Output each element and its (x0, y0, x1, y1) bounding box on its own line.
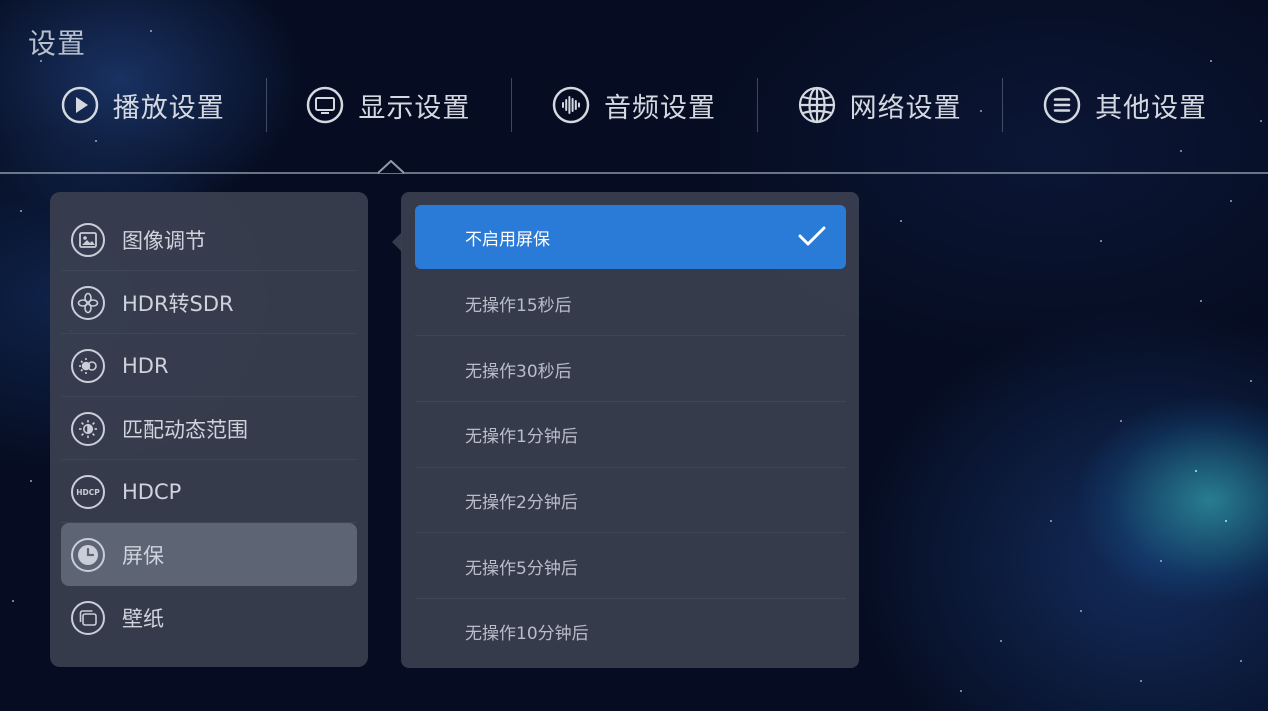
option-label: 无操作30秒后 (465, 361, 572, 382)
menu-item-hdcp[interactable]: HDCP HDCP (61, 460, 357, 523)
tab-audio-settings[interactable]: 音频设置 (511, 78, 757, 132)
menu-item-label: 匹配动态范围 (122, 417, 248, 442)
tab-label: 其他设置 (1095, 92, 1208, 124)
option-label: 无操作2分钟后 (465, 493, 578, 514)
hdcp-icon: HDCP (71, 474, 105, 509)
hdr-icon (71, 348, 105, 383)
tab-label: 显示设置 (358, 92, 471, 124)
hdr-to-sdr-icon (71, 285, 105, 320)
tab-display-settings[interactable]: 显示设置 (265, 78, 512, 132)
option-10-minutes[interactable]: 无操作10分钟后 (415, 599, 846, 665)
option-15-seconds[interactable]: 无操作15秒后 (415, 271, 846, 337)
menu-item-label: 屏保 (122, 543, 164, 568)
menu-item-image-adjust[interactable]: 图像调节 (61, 208, 357, 271)
screensaver-options-list: 不启用屏保 无操作15秒后 无操作30秒后 无操作1分钟后 无操作2分钟后 无操… (401, 192, 859, 668)
page-title: 设置 (28, 27, 87, 60)
option-disable-screensaver[interactable]: 不启用屏保 (415, 205, 846, 269)
menu-item-wallpaper[interactable]: 壁纸 (61, 586, 357, 649)
tab-playback-settings[interactable]: 播放设置 (20, 78, 266, 132)
tab-label: 播放设置 (112, 92, 225, 124)
menu-item-match-dynamic-range[interactable]: 匹配动态范围 (61, 397, 357, 460)
menu-item-hdr[interactable]: HDR (61, 334, 357, 397)
play-icon (61, 86, 99, 124)
menu-item-label: 壁纸 (122, 606, 164, 631)
menu-item-hdr-to-sdr[interactable]: HDR转SDR (61, 271, 357, 334)
checkmark-icon (798, 226, 826, 246)
menu-item-label: 图像调节 (122, 228, 206, 253)
globe-icon (798, 86, 836, 124)
hdcp-icon-text: HDCP (76, 488, 100, 497)
menu-item-label: HDR转SDR (122, 291, 234, 316)
monitor-icon (306, 86, 344, 124)
option-1-minute[interactable]: 无操作1分钟后 (415, 402, 846, 468)
image-adjust-icon (71, 222, 105, 257)
clock-icon (71, 537, 105, 572)
menu-item-screensaver[interactable]: 屏保 (61, 523, 357, 586)
option-label: 无操作1分钟后 (465, 427, 578, 448)
audio-wave-icon (552, 86, 590, 124)
tab-network-settings[interactable]: 网络设置 (756, 78, 1003, 132)
option-label: 不启用屏保 (465, 229, 550, 250)
menu-lines-icon (1043, 86, 1081, 124)
active-tab-indicator (378, 160, 404, 174)
menu-item-label: HDR (122, 353, 169, 378)
tab-label: 音频设置 (603, 92, 716, 124)
menu-item-label: HDCP (122, 479, 182, 504)
option-30-seconds[interactable]: 无操作30秒后 (415, 336, 846, 402)
brightness-icon (71, 411, 105, 446)
option-5-minutes[interactable]: 无操作5分钟后 (415, 533, 846, 599)
option-label: 无操作10分钟后 (465, 624, 589, 645)
wallpaper-icon (71, 600, 105, 635)
tab-other-settings[interactable]: 其他设置 (1002, 78, 1248, 132)
option-label: 无操作15秒后 (465, 296, 572, 317)
settings-tab-bar: 播放设置 显示设置 音频设置 网络设置 其他设置 (20, 78, 1248, 132)
tab-divider-line (0, 172, 1268, 174)
option-2-minutes[interactable]: 无操作2分钟后 (415, 468, 846, 534)
display-settings-menu: 图像调节 HDR转SDR HDR 匹配动态范围 HDCP HDCP 屏保 壁纸 (50, 192, 368, 667)
tab-label: 网络设置 (849, 92, 962, 124)
option-label: 无操作5分钟后 (465, 558, 578, 579)
